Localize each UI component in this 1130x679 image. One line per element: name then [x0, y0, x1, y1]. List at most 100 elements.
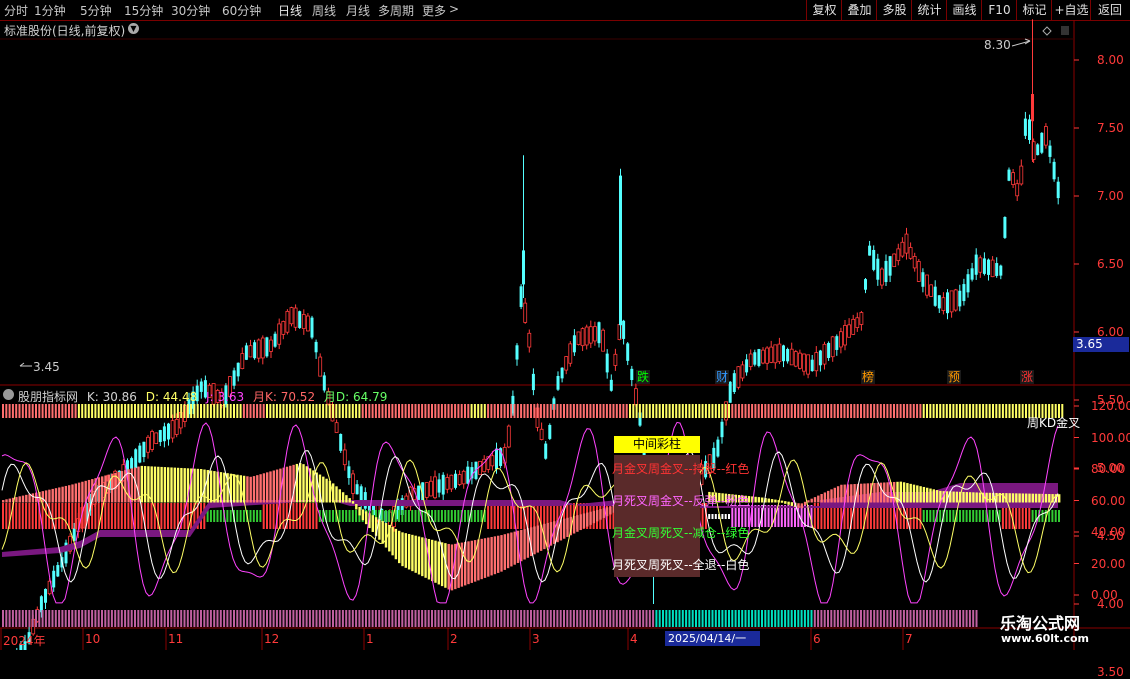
bottom-strip-bar	[137, 610, 140, 627]
top-strip-bar	[866, 404, 869, 418]
top-strip-bar	[35, 404, 37, 418]
top-strip-bar	[770, 404, 773, 418]
indicator-tick-label: 0.00	[1091, 588, 1118, 602]
candle	[305, 313, 310, 332]
bottom-strip-bar	[530, 610, 532, 627]
top-strip-bar	[662, 404, 664, 418]
status-column	[134, 503, 136, 529]
weekly-kd-bar	[335, 486, 338, 503]
candle	[433, 470, 437, 500]
bottom-strip-bar	[272, 610, 275, 627]
bottom-strip-bar	[510, 610, 513, 627]
top-strip-bar	[688, 404, 691, 418]
bottom-strip-bar	[229, 610, 232, 627]
time-label: 2	[450, 632, 458, 646]
status-column	[457, 510, 460, 522]
weekly-kd-bar	[193, 468, 196, 503]
indicator-tick-label: 100.00	[1091, 430, 1130, 445]
top-strip-bar	[371, 404, 374, 418]
top-strip-bar	[355, 404, 358, 418]
bottom-strip-bar	[615, 610, 618, 627]
bottom-strip-bar	[101, 610, 103, 627]
status-column	[328, 510, 331, 522]
top-strip-bar	[186, 404, 189, 418]
top-strip-bar	[926, 404, 928, 418]
weekly-kd-bar	[381, 521, 384, 544]
bottom-strip-bar	[190, 610, 193, 627]
bottom-strip-bar	[655, 610, 658, 627]
top-strip-bar	[985, 404, 988, 418]
status-column	[794, 505, 796, 527]
bottom-strip-bar	[94, 610, 97, 627]
status-column	[464, 510, 466, 522]
weekly-kd-bar	[398, 530, 401, 564]
candle	[1040, 132, 1044, 155]
candle	[289, 306, 294, 327]
bottom-strip-bar	[820, 610, 823, 627]
candle	[437, 473, 441, 498]
bottom-strip-bar	[889, 610, 892, 627]
bottom-strip-bar	[242, 610, 245, 627]
status-column	[503, 503, 506, 529]
top-strip-bar	[846, 404, 849, 418]
bottom-strip-bar	[460, 610, 463, 627]
top-strip-bar	[401, 404, 404, 418]
diamond-icon	[1042, 26, 1052, 36]
status-column	[256, 510, 259, 522]
weekly-kd-bar	[906, 483, 909, 503]
bottom-strip-bar	[325, 610, 328, 627]
bottom-strip-bar	[741, 610, 744, 627]
top-strip-bar	[275, 404, 278, 418]
top-strip-bar	[817, 404, 820, 418]
event-marker-2[interactable]: 榜	[861, 370, 875, 384]
bottom-strip-bar	[926, 610, 928, 627]
top-strip-bar	[365, 404, 367, 418]
weekly-kd-bar	[873, 483, 876, 503]
weekly-kd-bar	[817, 495, 820, 503]
event-marker-1[interactable]: 财	[715, 370, 729, 384]
weekly-kd-bar	[259, 474, 262, 503]
top-strip-bar	[949, 404, 952, 418]
event-marker-3[interactable]: 预	[947, 370, 961, 384]
bottom-strip-bar	[675, 610, 678, 627]
top-strip-bar	[176, 404, 179, 418]
bottom-strip-bar	[341, 610, 344, 627]
weekly-kd-bar	[302, 464, 305, 503]
top-strip-bar	[358, 404, 361, 418]
top-strip-bar	[391, 404, 394, 418]
top-strip-bar	[348, 404, 351, 418]
chevron-down-icon[interactable]: ▼	[128, 23, 139, 34]
event-marker-4[interactable]: 涨	[1020, 370, 1034, 384]
status-column	[411, 510, 414, 522]
status-column	[219, 510, 222, 522]
status-column	[160, 503, 163, 529]
status-column	[962, 510, 965, 522]
weekly-kd-bar	[233, 474, 236, 503]
candle	[716, 436, 720, 458]
top-strip-bar	[460, 404, 463, 418]
top-strip-bar	[612, 404, 615, 418]
top-strip-bar	[431, 404, 433, 418]
bottom-strip-bar	[473, 610, 476, 627]
candle	[1015, 179, 1020, 202]
bottom-strip-bar	[170, 610, 173, 627]
bottom-strip-bar	[398, 610, 400, 627]
event-marker-0[interactable]: 跌	[636, 370, 650, 384]
weekly-kd-bar	[48, 489, 51, 503]
candle	[52, 565, 56, 592]
bottom-strip-bar	[701, 610, 704, 627]
candle	[265, 336, 269, 358]
bottom-strip-bar	[678, 610, 681, 627]
bottom-strip-bar	[902, 610, 905, 627]
weekly-kd-bar	[863, 483, 866, 503]
top-strip-bar	[242, 404, 245, 418]
weekly-kd-bar	[497, 535, 500, 573]
weekly-kd-bar	[1034, 493, 1038, 503]
top-strip-bar	[437, 404, 440, 418]
status-column	[1041, 510, 1044, 522]
candle	[564, 356, 569, 375]
status-column	[18, 503, 21, 529]
top-strip-bar	[315, 404, 318, 418]
top-strip-bar	[196, 404, 199, 418]
top-strip-bar	[417, 404, 420, 418]
